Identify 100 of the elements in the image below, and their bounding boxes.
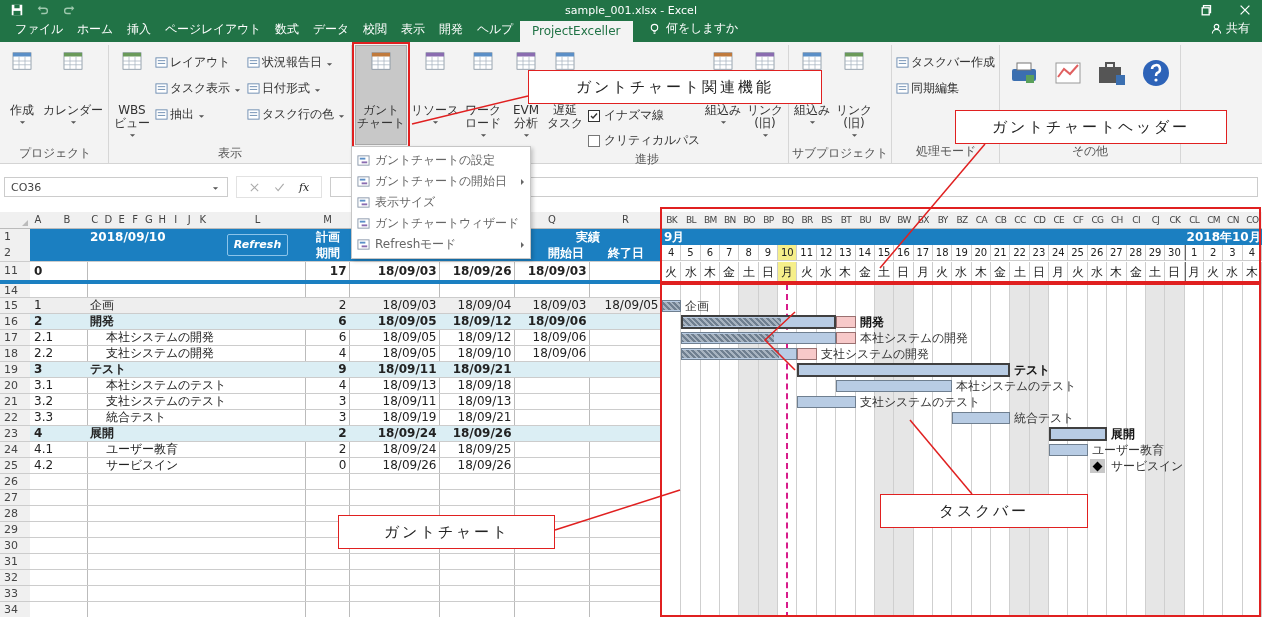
column-header[interactable]: CB bbox=[991, 212, 1011, 228]
column-header[interactable]: CJ bbox=[1145, 212, 1166, 228]
column-header[interactable]: CI bbox=[1126, 212, 1146, 228]
column-header[interactable]: BZ bbox=[952, 212, 972, 228]
ribbon-button[interactable]: 同期編集 bbox=[895, 79, 996, 98]
insert-function-button[interactable]: fx bbox=[299, 180, 310, 194]
row-header[interactable]: 11 bbox=[0, 262, 30, 280]
menu-item[interactable]: ガントチャートの開始日 bbox=[352, 171, 530, 192]
row-header[interactable]: 14 bbox=[0, 284, 30, 297]
column-header[interactable]: CG bbox=[1087, 212, 1108, 228]
column-header[interactable]: BU bbox=[855, 212, 875, 228]
column-header[interactable]: BO bbox=[739, 212, 759, 228]
row-header[interactable]: 1 bbox=[0, 229, 30, 245]
column-header[interactable]: B bbox=[46, 212, 88, 228]
column-header[interactable]: BP bbox=[758, 212, 779, 228]
column-header[interactable]: C bbox=[88, 212, 102, 228]
menu-item[interactable]: ガントチャートの設定 bbox=[352, 150, 530, 171]
column-header[interactable]: CC bbox=[1010, 212, 1030, 228]
column-header[interactable]: CD bbox=[1029, 212, 1050, 228]
ribbon-button[interactable]: タスク行の色 bbox=[246, 105, 348, 124]
column-header[interactable]: BM bbox=[700, 212, 721, 228]
name-box[interactable]: CO36 bbox=[4, 177, 228, 197]
ribbon-button[interactable]: タスク表示 bbox=[154, 79, 244, 98]
ribbon-tab[interactable]: 数式 bbox=[268, 18, 306, 42]
column-header[interactable]: CL bbox=[1184, 212, 1204, 228]
column-header[interactable]: I bbox=[169, 212, 183, 228]
ribbon-button[interactable]: WBS ビュー bbox=[112, 45, 152, 145]
row-header[interactable]: 21 bbox=[0, 394, 30, 409]
ribbon-tab[interactable]: ホーム bbox=[70, 18, 120, 42]
row-header[interactable]: 20 bbox=[0, 378, 30, 393]
column-header[interactable]: BQ bbox=[778, 212, 798, 228]
column-header[interactable]: BN bbox=[720, 212, 740, 228]
ribbon-button[interactable]: リンク (旧) bbox=[834, 45, 874, 145]
row-header[interactable]: 2 bbox=[0, 245, 30, 261]
column-header[interactable]: L bbox=[209, 212, 306, 228]
row-header[interactable]: 32 bbox=[0, 570, 30, 585]
row-header[interactable]: 26 bbox=[0, 474, 30, 489]
column-header[interactable]: CH bbox=[1107, 212, 1127, 228]
checkbox[interactable] bbox=[588, 134, 600, 147]
tell-me-search[interactable]: 何をしますか bbox=[638, 20, 748, 42]
row-header[interactable]: 28 bbox=[0, 506, 30, 521]
column-header[interactable]: A bbox=[30, 212, 46, 228]
save-icon[interactable] bbox=[10, 3, 24, 17]
ribbon-tab[interactable]: 開発 bbox=[432, 18, 470, 42]
column-header[interactable]: CM bbox=[1203, 212, 1224, 228]
ribbon-tab[interactable]: 校閲 bbox=[356, 18, 394, 42]
column-header[interactable]: D bbox=[101, 212, 115, 228]
row-header[interactable]: 24 bbox=[0, 442, 30, 457]
ribbon-button[interactable]: レイアウト bbox=[154, 53, 244, 72]
column-header[interactable]: CO bbox=[1242, 212, 1262, 228]
column-header[interactable]: K bbox=[196, 212, 210, 228]
close-icon[interactable] bbox=[1238, 3, 1252, 17]
column-header[interactable]: F bbox=[128, 212, 142, 228]
ribbon-button[interactable]: カレンダー bbox=[41, 45, 105, 145]
row-header[interactable]: 19 bbox=[0, 362, 30, 377]
row-header[interactable]: 17 bbox=[0, 330, 30, 345]
row-header[interactable]: 27 bbox=[0, 490, 30, 505]
ribbon-tab[interactable]: 表示 bbox=[394, 18, 432, 42]
checkbox[interactable] bbox=[588, 109, 600, 122]
column-header[interactable]: CE bbox=[1049, 212, 1069, 228]
column-header[interactable]: M bbox=[305, 212, 350, 228]
column-header[interactable]: BV bbox=[874, 212, 895, 228]
row-header[interactable]: 25 bbox=[0, 458, 30, 473]
column-header[interactable]: BT bbox=[836, 212, 856, 228]
ribbon-tab[interactable]: 挿入 bbox=[120, 18, 158, 42]
ribbon-button[interactable]: ガント チャート bbox=[355, 45, 407, 145]
column-header[interactable]: CK bbox=[1165, 212, 1185, 228]
ribbon-tab[interactable]: ヘルプ bbox=[470, 18, 520, 42]
column-header[interactable]: CN bbox=[1223, 212, 1243, 228]
menu-item[interactable]: 表示サイズ bbox=[352, 192, 530, 213]
column-header[interactable]: CA bbox=[971, 212, 992, 228]
ribbon-button[interactable]: 抽出 bbox=[154, 105, 244, 124]
row-header[interactable]: 29 bbox=[0, 522, 30, 537]
column-header[interactable]: BS bbox=[816, 212, 837, 228]
menu-item[interactable]: Refreshモード bbox=[352, 234, 530, 255]
column-header[interactable]: G bbox=[142, 212, 156, 228]
column-header[interactable]: BK bbox=[662, 212, 682, 228]
ribbon-tab[interactable]: ページレイアウト bbox=[158, 18, 268, 42]
column-header[interactable]: E bbox=[115, 212, 129, 228]
column-header[interactable]: J bbox=[182, 212, 196, 228]
row-header[interactable]: 34 bbox=[0, 602, 30, 617]
ribbon-tab[interactable]: ProjectExceller bbox=[520, 21, 633, 42]
row-header[interactable]: 18 bbox=[0, 346, 30, 361]
row-header[interactable]: 23 bbox=[0, 426, 30, 441]
column-header[interactable]: BL bbox=[681, 212, 701, 228]
row-header[interactable]: 30 bbox=[0, 538, 30, 553]
column-header[interactable]: H bbox=[155, 212, 169, 228]
menu-item[interactable]: ガントチャートウィザード bbox=[352, 213, 530, 234]
checkbox-label[interactable]: イナズマ線 bbox=[604, 107, 664, 124]
row-header[interactable]: 33 bbox=[0, 586, 30, 601]
refresh-button[interactable]: Refresh bbox=[226, 234, 289, 256]
column-header[interactable]: CF bbox=[1068, 212, 1088, 228]
column-header[interactable]: BW bbox=[894, 212, 914, 228]
column-header[interactable]: BY bbox=[932, 212, 953, 228]
restore-icon[interactable] bbox=[1200, 3, 1214, 17]
row-header[interactable]: 16 bbox=[0, 314, 30, 329]
column-header[interactable]: BR bbox=[797, 212, 817, 228]
share-button[interactable]: 共有 bbox=[1199, 20, 1262, 42]
ribbon-button[interactable]: タスクバー作成 bbox=[895, 53, 996, 72]
row-header[interactable]: 22 bbox=[0, 410, 30, 425]
